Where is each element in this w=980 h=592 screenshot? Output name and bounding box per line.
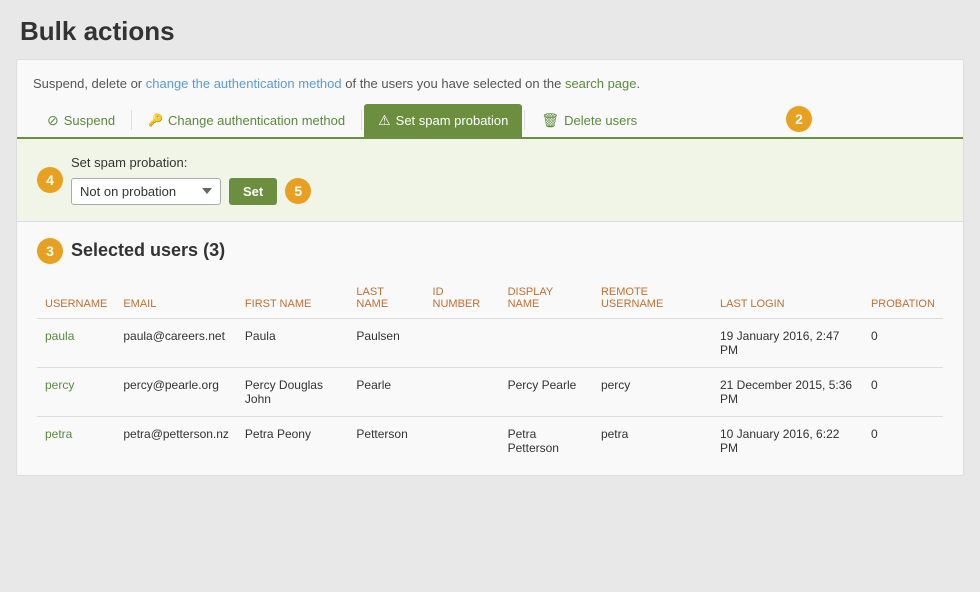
col-display-name: DISPLAY NAME (500, 280, 593, 319)
tab-set-spam-label: Set spam probation (396, 113, 509, 128)
cell-first-name: Percy Douglas John (237, 367, 348, 416)
tab-divider-2 (361, 110, 362, 130)
info-text-before: Suspend, delete or (33, 76, 146, 91)
cell-remote-username: petra (593, 416, 712, 465)
search-page-link[interactable]: search page (565, 76, 637, 91)
cell-username[interactable]: petra (37, 416, 115, 465)
step-3-badge: 3 (37, 238, 63, 264)
col-probation: PROBATION (863, 280, 943, 319)
cell-last-name: Petterson (348, 416, 424, 465)
action-row: Not on probation On probation Set 5 (71, 178, 311, 205)
change-auth-link[interactable]: change the authentication method (146, 76, 342, 91)
selected-users-section: 3 Selected users (3) USERNAME EMAIL FIRS… (17, 222, 963, 475)
col-email: EMAIL (115, 280, 237, 319)
selected-users-heading: Selected users (3) (71, 240, 225, 261)
tab-delete-users[interactable]: 🗑 Delete users (527, 104, 651, 137)
cell-email: petra@petterson.nz (115, 416, 237, 465)
cell-id-number (425, 318, 500, 367)
tab-change-auth-label: Change authentication method (168, 113, 345, 128)
action-panel: 4 Set spam probation: Not on probation O… (17, 139, 963, 222)
probation-select[interactable]: Not on probation On probation (71, 178, 221, 205)
cell-display-name: Petra Petterson (500, 416, 593, 465)
col-last-name: LAST NAME (348, 280, 424, 319)
cell-display-name (500, 318, 593, 367)
suspend-icon: ⊘ (47, 112, 59, 129)
tab-set-spam[interactable]: ⚠ Set spam probation (364, 104, 522, 137)
table-row: percypercy@pearle.orgPercy Douglas JohnP… (37, 367, 943, 416)
step-2-badge: 2 (786, 106, 812, 132)
tab-suspend[interactable]: ⊘ Suspend (33, 104, 129, 137)
users-table: USERNAME EMAIL FIRST NAME LAST NAME ID N… (37, 280, 943, 465)
tab-divider-3 (524, 110, 525, 130)
tab-suspend-label: Suspend (64, 113, 115, 128)
cell-email: paula@careers.net (115, 318, 237, 367)
cell-last-name: Pearle (348, 367, 424, 416)
cell-display-name: Percy Pearle (500, 367, 593, 416)
change-auth-icon: 🔑 (148, 113, 163, 127)
cell-username-link[interactable]: paula (45, 329, 74, 343)
cell-last-login: 10 January 2016, 6:22 PM (712, 416, 863, 465)
info-text-end: . (637, 76, 641, 91)
cell-last-login: 19 January 2016, 2:47 PM (712, 318, 863, 367)
table-header-row: USERNAME EMAIL FIRST NAME LAST NAME ID N… (37, 280, 943, 319)
selected-users-title: 3 Selected users (3) (37, 238, 943, 264)
cell-id-number (425, 416, 500, 465)
table-row: paula paula@careers.netPaulaPaulsen 19 Jan… (37, 318, 943, 367)
step-4-badge: 4 (37, 167, 63, 193)
tab-delete-users-label: Delete users (564, 113, 637, 128)
warning-icon: ⚠ (378, 112, 391, 129)
step-5-badge: 5 (285, 178, 311, 204)
tab-divider-1 (131, 110, 132, 130)
cell-last-name: Paulsen (348, 318, 424, 367)
cell-remote-username (593, 318, 712, 367)
info-text-middle: of the users you have selected on the (342, 76, 565, 91)
table-row: petra petra@petterson.nzPetra PeonyPetter… (37, 416, 943, 465)
col-last-login: LAST LOGIN (712, 280, 863, 319)
col-remote-username: REMOTE USERNAME (593, 280, 712, 319)
cell-probation: 0 (863, 318, 943, 367)
cell-username[interactable]: paula (37, 318, 115, 367)
cell-email: percy@pearle.org (115, 367, 237, 416)
col-first-name: FIRST NAME (237, 280, 348, 319)
cell-probation: 0 (863, 367, 943, 416)
set-button[interactable]: Set (229, 178, 277, 205)
cell-first-name: Paula (237, 318, 348, 367)
trash-icon: 🗑 (541, 112, 559, 129)
action-label: Set spam probation: (71, 155, 311, 170)
cell-username[interactable]: percy (37, 367, 115, 416)
cell-probation: 0 (863, 416, 943, 465)
col-username: USERNAME (37, 280, 115, 319)
cell-id-number (425, 367, 500, 416)
cell-username-link[interactable]: percy (45, 378, 74, 392)
page-title: Bulk actions (20, 16, 960, 47)
cell-last-login: 21 December 2015, 5:36 PM (712, 367, 863, 416)
tab-change-auth[interactable]: 🔑 Change authentication method (134, 105, 359, 136)
info-bar: Suspend, delete or change the authentica… (17, 60, 963, 104)
cell-remote-username: percy (593, 367, 712, 416)
cell-first-name: Petra Peony (237, 416, 348, 465)
cell-username-link[interactable]: petra (45, 427, 72, 441)
tabs-bar: ⊘ Suspend 🔑 Change authentication method… (17, 104, 963, 139)
col-id-number: ID NUMBER (425, 280, 500, 319)
